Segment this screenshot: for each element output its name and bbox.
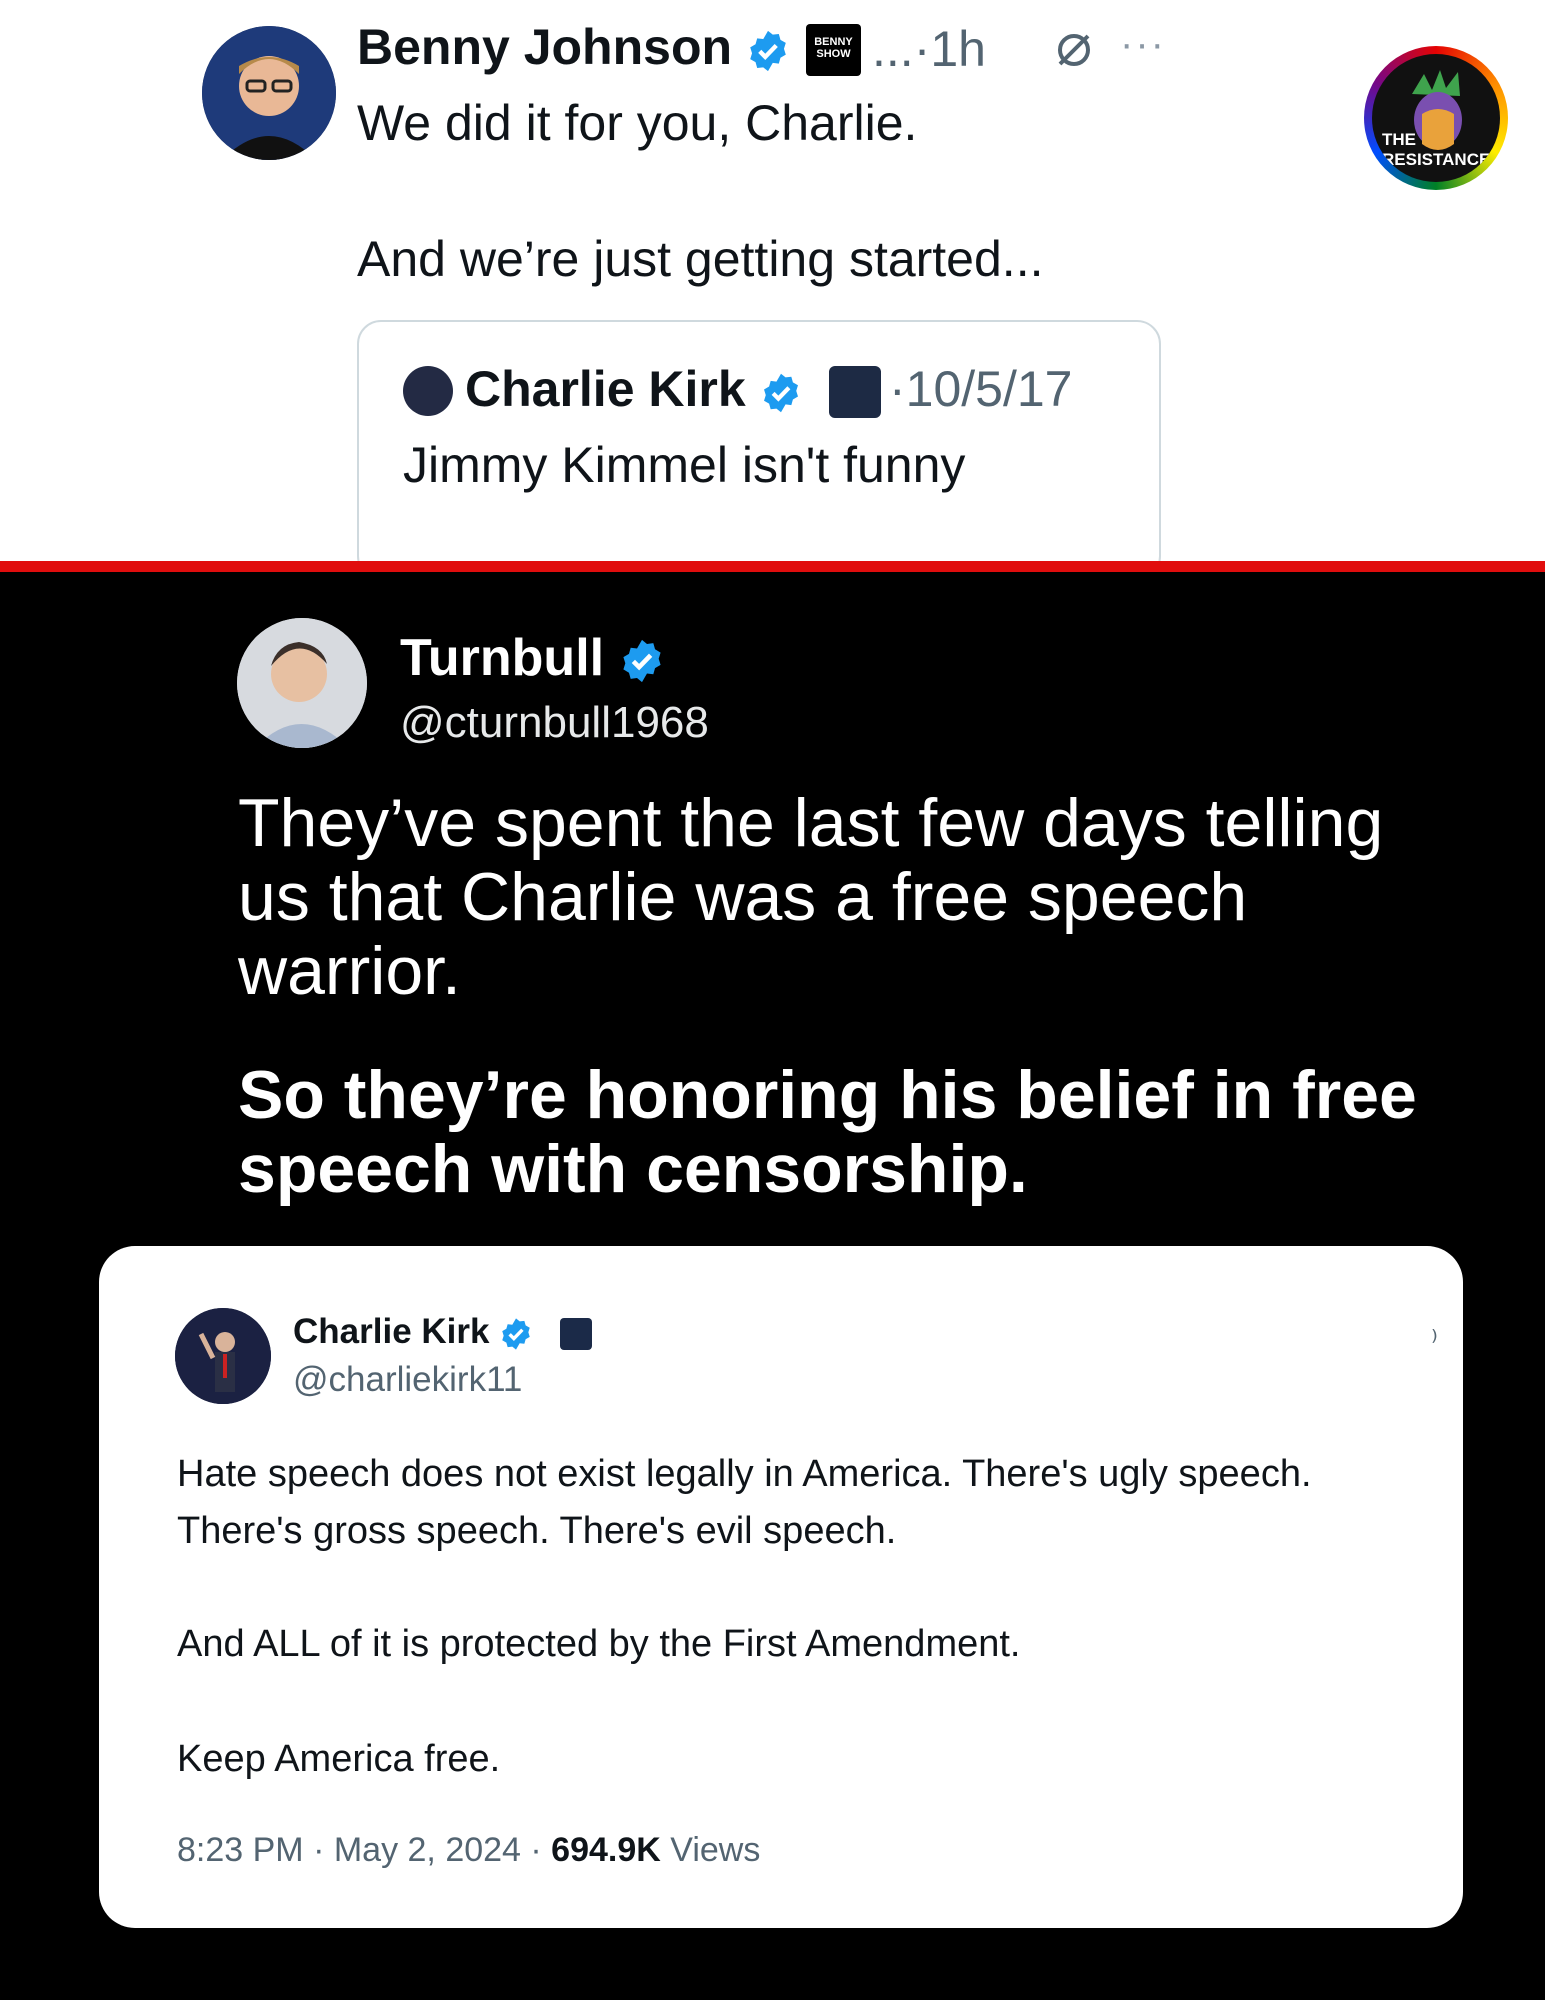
tweet-paragraph-3: Keep America free.	[177, 1738, 501, 1780]
quoted-text: Jimmy Kimmel isn't funny	[403, 437, 966, 493]
turnbull-avatar	[237, 618, 367, 748]
turnbull-bold-text: So they’re honoring his belief in free s…	[238, 1057, 1417, 1207]
affiliate-badge[interactable]: BENNY SHOW	[806, 24, 861, 76]
benny-johnson-avatar[interactable]	[202, 26, 336, 160]
tweet-line-2: And we’re just getting started...	[357, 231, 1044, 287]
charlie-kirk-handle: @charliekirk11	[293, 1360, 523, 1399]
tweet-paragraph-1: Hate speech does not exist legally in Am…	[177, 1453, 1312, 1552]
verified-badge-icon	[763, 373, 798, 413]
turnbull-handle: @cturnbull1968	[400, 698, 709, 747]
the-resistance-logo: THE RESISTANCE	[1364, 46, 1508, 190]
affiliate-badge-text: BENNY SHOW	[814, 36, 853, 60]
red-divider	[0, 561, 1545, 572]
quoted-avatar	[403, 366, 453, 416]
tweet-line-1: We did it for you, Charlie.	[357, 95, 918, 151]
more-options-icon[interactable]: ···	[1120, 22, 1166, 67]
muted-icon[interactable]	[1054, 30, 1094, 75]
top-tweet: Benny Johnson BENNY SHOW ...·1h ··· We d…	[0, 0, 1545, 580]
tweet-meta: 8:23 PM · May 2, 2024 · 694.9K Views	[177, 1831, 761, 1869]
author-name[interactable]: Benny Johnson	[357, 18, 790, 76]
affiliate-badge-icon	[829, 366, 881, 418]
tweet-paragraph-2: And ALL of it is protected by the First …	[177, 1623, 1021, 1665]
turnbull-body-text: They’ve spent the last few days telling …	[238, 785, 1384, 1009]
turnbull-name: Turnbull	[400, 628, 665, 688]
verified-badge-icon	[502, 1318, 530, 1350]
tweet-time[interactable]: ...·1h	[872, 20, 986, 78]
charlie-kirk-name: Charlie Kirk	[293, 1312, 533, 1352]
verified-badge-icon	[622, 640, 661, 683]
quoted-date: ·10/5/17	[889, 361, 1073, 417]
quoted-author-name: Charlie Kirk	[465, 360, 802, 418]
quoted-tweet[interactable]: Charlie Kirk ·10/5/17 Jimmy Kimmel isn't…	[357, 320, 1161, 580]
caret-icon: ⁾	[1431, 1325, 1438, 1356]
verified-badge-icon	[750, 30, 786, 71]
affiliate-badge-icon	[560, 1318, 592, 1350]
charlie-kirk-avatar	[175, 1308, 271, 1404]
charlie-kirk-tweet-card: Charlie Kirk @charliekirk11 ⁾ Hate speec…	[99, 1246, 1463, 1928]
